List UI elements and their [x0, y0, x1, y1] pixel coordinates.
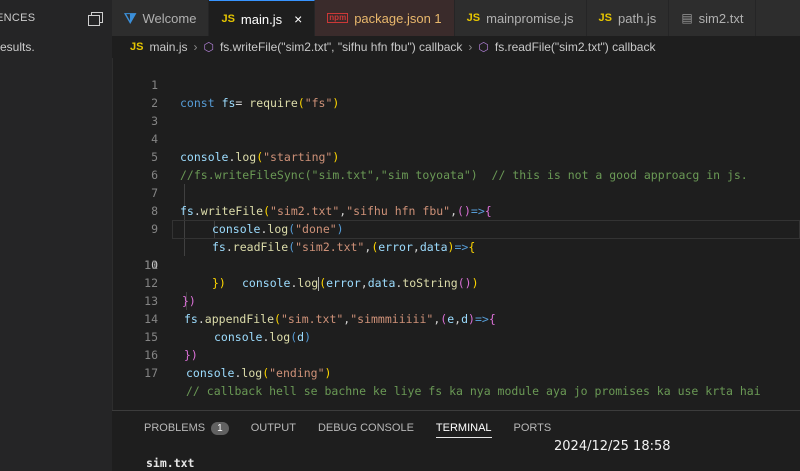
- breadcrumb-symbol-2[interactable]: fs.readFile("sim2.txt") callback: [495, 40, 656, 54]
- current-line-highlight: [172, 220, 800, 239]
- code-line: 16 console.log("ending"): [112, 328, 800, 380]
- close-icon[interactable]: ×: [294, 11, 302, 27]
- tab-welcome[interactable]: ⧩ Welcome: [112, 0, 210, 36]
- code-line: 5 //fs.writeFileSync("sim.txt","sim toyo…: [112, 130, 800, 182]
- photo-timestamp: 2024/12/25 18:58: [554, 439, 671, 454]
- code-line: 15 }): [112, 310, 800, 362]
- code-line: 3: [112, 94, 800, 128]
- tab-output[interactable]: OUTPUT: [251, 422, 296, 434]
- tab-label: path.js: [618, 10, 657, 26]
- code-line: 1 const fs= require("fs"): [112, 58, 800, 110]
- code-line: 14 console.log(d): [112, 292, 800, 344]
- code-line: 4 console.log("starting"): [112, 112, 800, 164]
- code-line: 11 }): [112, 238, 800, 290]
- tab-label: mainpromise.js: [486, 10, 574, 26]
- breadcrumb-symbol-1[interactable]: fs.writeFile("sim2.txt", "sifhu hfn fbu"…: [220, 40, 462, 54]
- tab-label: sim2.txt: [698, 10, 744, 26]
- vscode-icon: ⧩: [124, 9, 137, 26]
- chevron-right-icon: ›: [193, 40, 198, 54]
- text-file-icon: ▤: [681, 11, 693, 25]
- sidebar-item-results[interactable]: esults.: [0, 36, 112, 54]
- code-line: 13 fs.appendFile("sim.txt","simmmiiiii",…: [112, 274, 800, 326]
- js-file-icon: JS: [466, 12, 481, 24]
- code-line: 6: [112, 148, 800, 182]
- tab-debug-console[interactable]: DEBUG CONSOLE: [318, 422, 414, 434]
- problems-count-badge: 1: [211, 421, 229, 435]
- tab-main-js[interactable]: JS main.js ×: [209, 0, 316, 36]
- chevron-right-icon: ›: [468, 40, 473, 54]
- code-line: 8 console.log("done"): [112, 184, 800, 236]
- js-file-icon: JS: [130, 41, 144, 53]
- bottom-panel: PROBLEMS 1 OUTPUT DEBUG CONSOLE TERMINAL…: [112, 410, 800, 471]
- tab-mainpromise-js[interactable]: JS mainpromise.js: [455, 0, 587, 36]
- tab-label: main.js: [240, 11, 283, 27]
- code-line: 2: [112, 76, 800, 110]
- collapse-all-icon[interactable]: [88, 12, 103, 26]
- js-file-icon: JS: [221, 13, 235, 25]
- sidebar-header-label: ENCES: [0, 12, 36, 24]
- code-line: 17 // callback hell se bachne ke liye fs…: [112, 346, 800, 398]
- line-code: console.log("ending"): [186, 366, 332, 380]
- code-editor[interactable]: 1 const fs= require("fs") 2 3 4 console.…: [112, 58, 800, 410]
- tab-label: PROBLEMS: [144, 422, 206, 434]
- tab-package-json[interactable]: npm package.json 1: [315, 0, 455, 36]
- tab-sim2-txt[interactable]: ▤ sim2.txt: [669, 0, 757, 36]
- method-cube-icon: ⬡: [478, 40, 489, 54]
- npm-icon: npm: [327, 13, 349, 23]
- code-line: 7 fs.writeFile("sim2.txt","sifhu hfn fbu…: [112, 166, 800, 218]
- tab-label: package.json 1: [354, 10, 442, 26]
- tab-problems[interactable]: PROBLEMS 1: [144, 421, 229, 435]
- js-file-icon: JS: [598, 12, 612, 24]
- explorer-sidebar: ENCES esults.: [0, 0, 113, 471]
- editor-tab-bar: ⧩ Welcome JS main.js × npm package.json …: [112, 0, 800, 36]
- breadcrumb: JS main.js › ⬡ fs.writeFile("sim2.txt", …: [112, 36, 800, 58]
- code-line: 9 fs.readFile("sim2.txt",(error,data)=>{: [112, 202, 800, 254]
- tab-path-js[interactable]: JS path.js: [587, 0, 670, 36]
- tab-ports[interactable]: PORTS: [514, 422, 552, 434]
- code-line: 12 }): [112, 256, 800, 308]
- sidebar-header: ENCES: [0, 0, 112, 36]
- tab-terminal[interactable]: TERMINAL: [435, 422, 492, 438]
- breadcrumb-file[interactable]: main.js: [149, 40, 187, 54]
- method-cube-icon: ⬡: [203, 40, 214, 54]
- line-number: 17: [144, 366, 158, 380]
- panel-tabs: PROBLEMS 1 OUTPUT DEBUG CONSOLE TERMINAL…: [112, 411, 800, 445]
- terminal-output-line: sim.txt: [146, 456, 195, 470]
- line-code: // callback hell se bachne ke liye fs ka…: [186, 384, 761, 398]
- tab-label: Welcome: [142, 10, 197, 26]
- code-line-current: 10 console.log(error,data.toString()): [112, 220, 800, 291]
